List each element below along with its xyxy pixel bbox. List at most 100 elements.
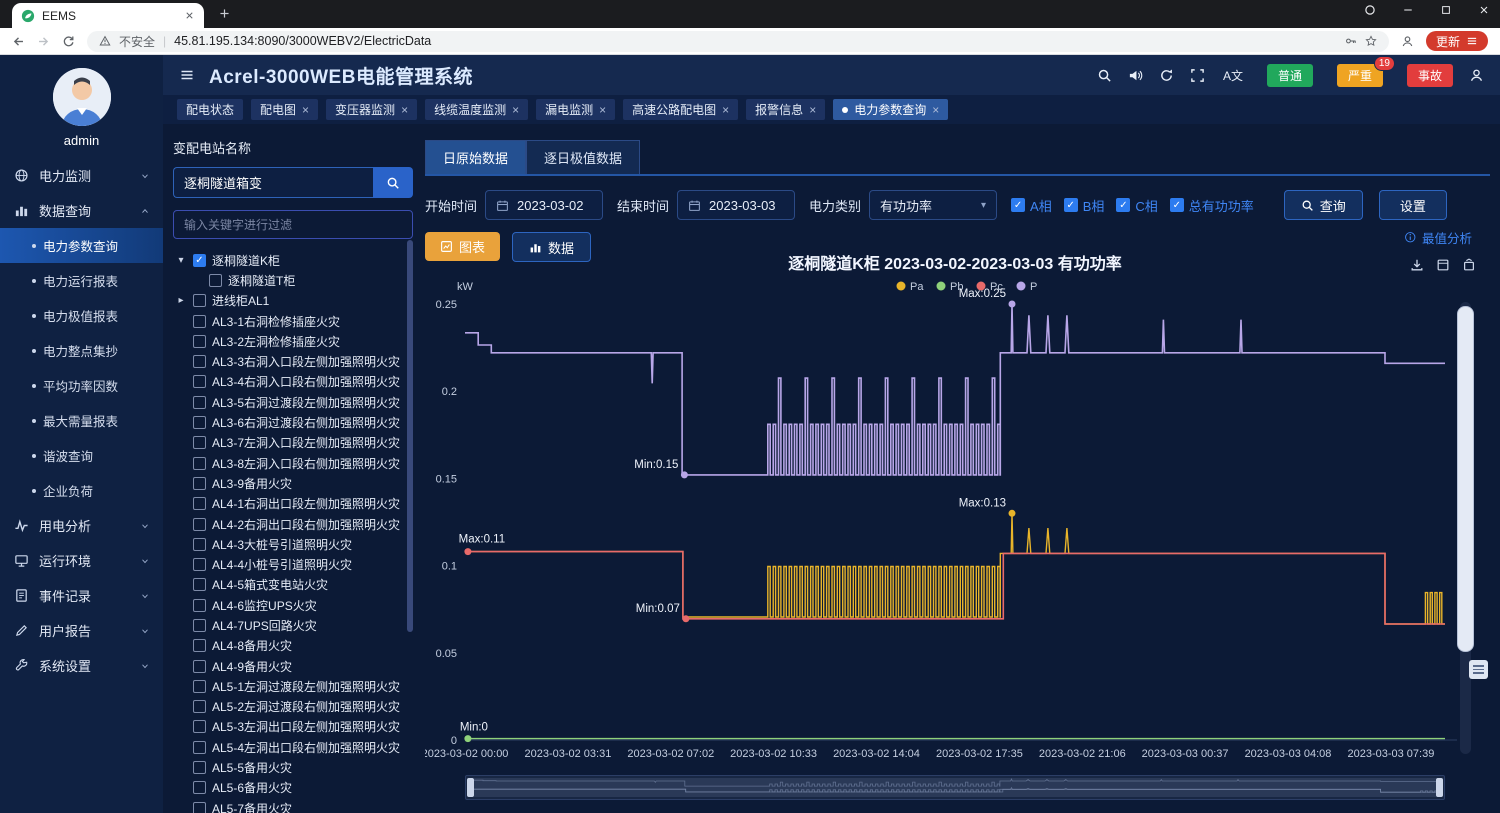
tree-checkbox[interactable] (193, 375, 206, 388)
alarm-badge[interactable]: 严重19 (1337, 64, 1383, 87)
tree-checkbox[interactable] (193, 578, 206, 591)
tree-checkbox[interactable] (193, 436, 206, 449)
tree-checkbox[interactable] (193, 477, 206, 490)
tree-item[interactable]: ▸进线柜AL1 (173, 291, 413, 311)
tree-item[interactable]: 逐桐隧道T柜 (173, 270, 413, 290)
maximize-button[interactable] (1440, 4, 1452, 16)
sidebar-item[interactable]: 电力监测 (0, 158, 163, 193)
minimize-button[interactable] (1402, 4, 1414, 16)
tree-checkbox[interactable] (193, 741, 206, 754)
query-button[interactable]: 查询 (1284, 190, 1363, 220)
tree-checkbox[interactable] (193, 680, 206, 693)
menu-toggle-icon[interactable] (179, 67, 195, 83)
tree-checkbox[interactable] (193, 619, 206, 632)
search-icon[interactable] (1097, 68, 1112, 83)
user-avatar[interactable] (53, 68, 111, 126)
alarm-badge[interactable]: 普通 (1267, 64, 1313, 87)
workspace-tab[interactable]: 配电状态 (177, 99, 243, 120)
caret-right-icon[interactable]: ▸ (175, 295, 187, 306)
tree-item[interactable]: AL5-7备用火灾 (173, 798, 413, 813)
sidebar-item[interactable]: 运行环境 (0, 543, 163, 578)
phase-checkbox[interactable]: ✓C相 (1116, 196, 1157, 215)
tree-scrollbar[interactable] (407, 240, 413, 632)
tree-item[interactable]: AL3-1右洞检修插座火灾 (173, 311, 413, 331)
close-icon[interactable]: × (302, 103, 309, 117)
tree-checkbox[interactable] (193, 416, 206, 429)
close-icon[interactable]: × (722, 103, 729, 117)
close-icon[interactable]: × (809, 103, 816, 117)
tree-checkbox[interactable] (193, 538, 206, 551)
y-zoom-thumb[interactable] (1457, 306, 1474, 652)
tree-item[interactable]: AL5-6备用火灾 (173, 778, 413, 798)
sidebar-item[interactable]: 数据查询 (0, 193, 163, 228)
tree-item[interactable]: AL4-6监控UPS火灾 (173, 595, 413, 615)
tree-item[interactable]: AL4-5箱式变电站火灾 (173, 575, 413, 595)
tree-checkbox[interactable] (193, 802, 206, 813)
tree-checkbox[interactable] (193, 558, 206, 571)
tab-close-icon[interactable] (184, 10, 195, 21)
sidebar-item[interactable]: 用户报告 (0, 613, 163, 648)
close-icon[interactable]: × (599, 103, 606, 117)
browser-tab[interactable]: EEMS (12, 3, 204, 28)
checkbox[interactable]: ✓ (1011, 198, 1025, 212)
tree-checkbox[interactable] (193, 396, 206, 409)
workspace-tab[interactable]: 变压器监测× (326, 99, 417, 120)
end-date-input[interactable]: 2023-03-03 (677, 190, 795, 220)
workspace-tab[interactable]: 电力参数查询× (833, 99, 948, 120)
back-button[interactable] (12, 35, 25, 48)
settings-button[interactable]: 设置 (1379, 190, 1447, 220)
password-key-icon[interactable] (1345, 35, 1357, 47)
sidebar-subitem[interactable]: 电力极值报表 (0, 298, 163, 333)
station-search-input[interactable] (173, 167, 373, 198)
forward-button[interactable] (37, 35, 50, 48)
power-category-select[interactable]: 有功功率 ▾ (869, 190, 997, 220)
tree-checkbox[interactable] (193, 639, 206, 652)
workspace-tab[interactable]: 漏电监测× (536, 99, 615, 120)
sidebar-subitem[interactable]: 电力参数查询 (0, 228, 163, 263)
sidebar-item[interactable]: 用电分析 (0, 508, 163, 543)
tree-item[interactable]: AL3-2左洞检修插座火灾 (173, 331, 413, 351)
tree-item[interactable]: AL5-2左洞过渡段右侧加强照明火灾 (173, 697, 413, 717)
y-zoom-grip[interactable] (1469, 660, 1488, 679)
tree-item[interactable]: AL4-1右洞出口段左侧加强照明火灾 (173, 494, 413, 514)
tree-filter-input[interactable] (173, 210, 413, 239)
data-tab[interactable]: 逐日极值数据 (526, 140, 640, 174)
tree-item[interactable]: AL3-4右洞入口段右侧加强照明火灾 (173, 372, 413, 392)
tree-item[interactable]: AL3-9备用火灾 (173, 473, 413, 493)
phase-checkbox[interactable]: ✓A相 (1011, 196, 1052, 215)
tree-item[interactable]: AL4-3大桩号引道照明火灾 (173, 534, 413, 554)
start-date-input[interactable]: 2023-03-02 (485, 190, 603, 220)
sidebar-subitem[interactable]: 电力整点集抄 (0, 333, 163, 368)
download-icon[interactable] (1410, 258, 1424, 272)
sidebar-subitem[interactable]: 平均功率因数 (0, 368, 163, 403)
tree-checkbox[interactable]: ✓ (193, 254, 206, 267)
tree-checkbox[interactable] (193, 518, 206, 531)
tree-checkbox[interactable] (193, 355, 206, 368)
bookmark-star-icon[interactable] (1365, 35, 1377, 47)
tree-item[interactable]: AL3-6右洞过渡段右侧加强照明火灾 (173, 412, 413, 432)
fullscreen-icon[interactable] (1190, 68, 1205, 83)
tree-item[interactable]: AL4-9备用火灾 (173, 656, 413, 676)
checkbox[interactable]: ✓ (1170, 198, 1184, 212)
tree-checkbox[interactable] (193, 457, 206, 470)
tree-checkbox[interactable] (193, 599, 206, 612)
datazoom-handle-right[interactable] (1436, 778, 1443, 797)
restore-icon[interactable] (1462, 258, 1476, 272)
tree-item[interactable]: AL5-4左洞出口段右侧加强照明火灾 (173, 737, 413, 757)
tree-item[interactable]: AL4-7UPS回路火灾 (173, 615, 413, 635)
tree-item[interactable]: AL3-5右洞过渡段左侧加强照明火灾 (173, 392, 413, 412)
tree-checkbox[interactable] (193, 294, 206, 307)
data-tab[interactable]: 日原始数据 (425, 140, 526, 174)
close-window-button[interactable] (1478, 4, 1490, 16)
sidebar-subitem[interactable]: 谐波查询 (0, 438, 163, 473)
checkbox[interactable]: ✓ (1064, 198, 1078, 212)
sidebar-item[interactable]: 事件记录 (0, 578, 163, 613)
sidebar-item[interactable]: 系统设置 (0, 648, 163, 683)
station-search-button[interactable] (373, 167, 413, 198)
user-icon[interactable] (1469, 68, 1484, 83)
tree-item[interactable]: AL3-3右洞入口段左侧加强照明火灾 (173, 351, 413, 371)
phase-checkbox[interactable]: ✓总有功功率 (1170, 196, 1254, 215)
tree-checkbox[interactable] (193, 315, 206, 328)
datazoom-slider[interactable] (465, 775, 1445, 800)
tree-item[interactable]: AL4-2右洞出口段右侧加强照明火灾 (173, 514, 413, 534)
